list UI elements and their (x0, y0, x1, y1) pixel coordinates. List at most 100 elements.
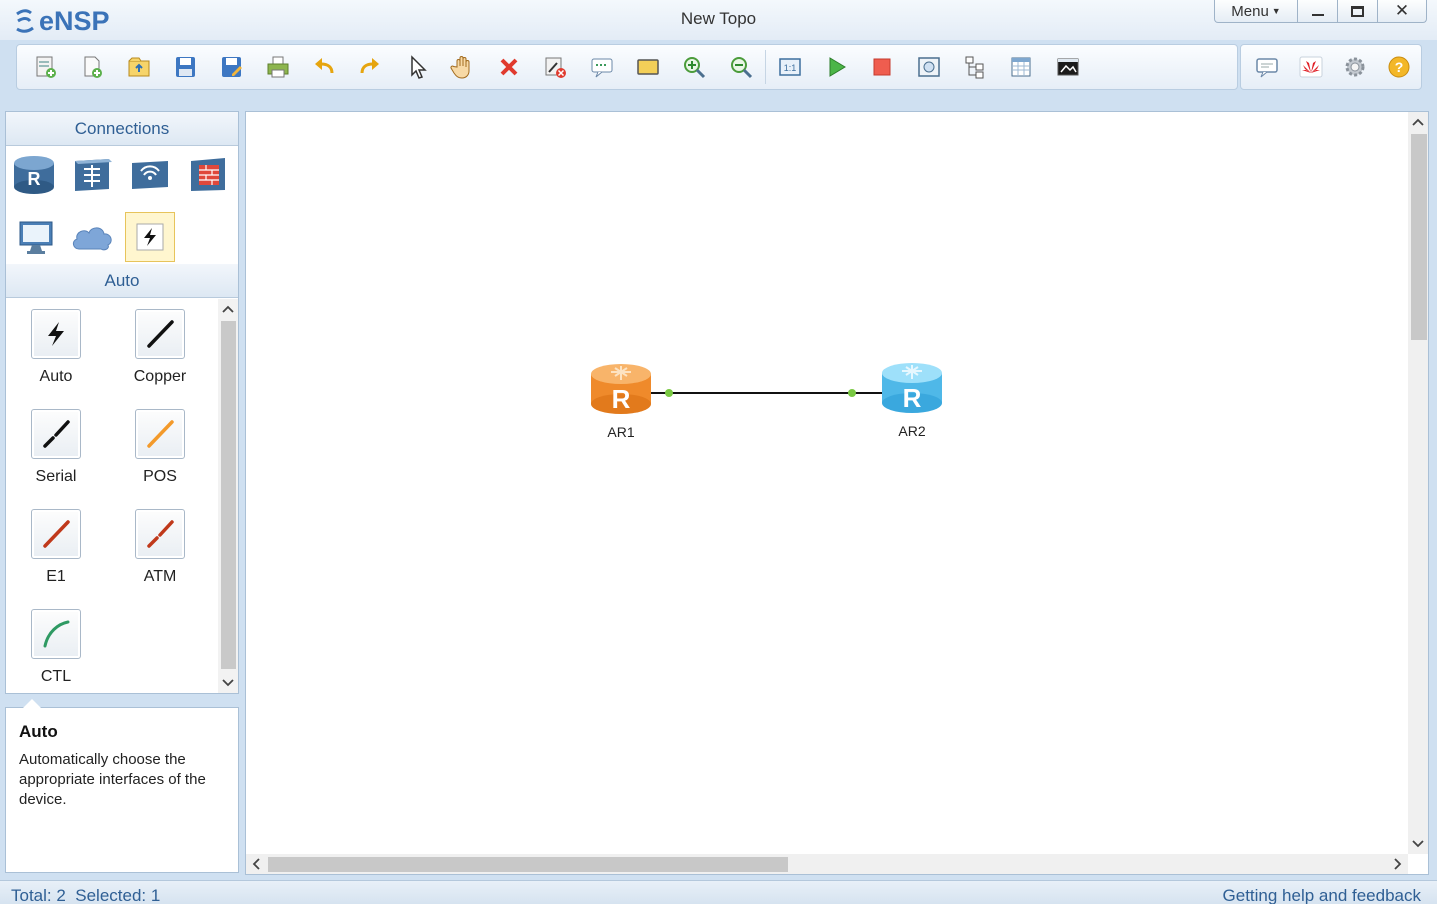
select-button[interactable] (393, 47, 439, 87)
menu-label: Menu (1231, 2, 1269, 20)
fit-button[interactable]: 1:1 (767, 47, 813, 87)
connection-auto[interactable]: Auto (6, 299, 106, 399)
huawei-icon (1299, 56, 1323, 78)
svg-text:1:1: 1:1 (784, 63, 797, 73)
connection-serial[interactable]: Serial (6, 399, 106, 499)
rectangle-button[interactable] (625, 47, 671, 87)
stop-button[interactable] (859, 47, 905, 87)
grid-icon (1011, 57, 1031, 77)
help-button[interactable]: ? (1377, 47, 1421, 87)
category-switch[interactable] (67, 150, 117, 200)
description-pointer (23, 699, 41, 708)
save-as-button[interactable] (208, 47, 254, 87)
topology-canvas[interactable]: R AR1 R AR2 (245, 111, 1429, 875)
delete-button[interactable] (486, 47, 532, 87)
rectangle-icon (637, 59, 659, 75)
cloud-category-icon (72, 227, 112, 251)
huawei-button[interactable] (1289, 47, 1333, 87)
category-cloud[interactable] (68, 212, 118, 262)
delete-link-button[interactable] (532, 47, 578, 87)
description-title: Auto (19, 722, 58, 741)
settings-button[interactable] (1333, 47, 1377, 87)
switch-category-icon (75, 159, 112, 191)
text-note-icon (591, 58, 613, 78)
canvas-vertical-scrollbar[interactable] (1408, 112, 1428, 854)
feedback-button[interactable] (1245, 47, 1289, 87)
new-example-icon (84, 56, 103, 78)
grid-button[interactable] (998, 47, 1044, 87)
connection-copper[interactable]: Copper (110, 299, 210, 399)
chevron-down-icon: ▼ (1271, 6, 1281, 16)
device-category-grid: R (6, 146, 238, 264)
ctl-link-icon (31, 609, 81, 659)
scroll-thumb[interactable] (221, 321, 236, 669)
auto-link-icon (31, 309, 81, 359)
undo-icon (314, 58, 334, 74)
undo-button[interactable] (301, 47, 347, 87)
svg-text:R: R (612, 384, 631, 414)
connection-e1[interactable]: E1 (6, 499, 106, 599)
maximize-button[interactable] (1337, 0, 1378, 23)
zoom-out-button[interactable] (717, 47, 763, 87)
connection-ctl[interactable]: CTL (6, 599, 106, 693)
scroll-thumb[interactable] (1411, 134, 1427, 340)
print-button[interactable] (254, 47, 300, 87)
category-firewall[interactable] (183, 150, 233, 200)
category-router[interactable]: R (9, 150, 59, 200)
help-icon: ? (1388, 56, 1410, 78)
pan-button[interactable] (440, 47, 486, 87)
category-pc[interactable] (11, 212, 61, 262)
cli-button[interactable] (1045, 47, 1091, 87)
scroll-left-arrow[interactable] (246, 854, 266, 874)
node-ar2[interactable]: R AR2 (880, 361, 944, 439)
scroll-up-arrow[interactable] (218, 299, 238, 319)
help-feedback-link[interactable]: Getting help and feedback (1223, 886, 1421, 904)
cli-icon (1057, 58, 1079, 76)
connection-list-scrollbar[interactable] (218, 299, 238, 693)
new-topo-button[interactable] (23, 47, 69, 87)
close-button[interactable]: ✕ (1377, 0, 1427, 23)
title-bar: eNSP New Topo Menu ▼ ✕ (0, 0, 1437, 40)
connection-pos[interactable]: POS (110, 399, 210, 499)
zoom-in-button[interactable] (671, 47, 717, 87)
scroll-up-arrow[interactable] (1408, 112, 1428, 132)
category-connection[interactable] (125, 212, 175, 262)
scroll-thumb[interactable] (268, 857, 788, 872)
scroll-down-arrow[interactable] (1408, 834, 1428, 854)
chevron-right-icon (1394, 858, 1402, 870)
scroll-right-arrow[interactable] (1388, 854, 1408, 874)
zoom-out-icon (730, 57, 752, 79)
copper-link-icon (135, 309, 185, 359)
topology-button[interactable] (952, 47, 998, 87)
save-button[interactable] (162, 47, 208, 87)
category-wlan[interactable] (125, 150, 175, 200)
connection-atm[interactable]: ATM (110, 499, 210, 599)
chevron-up-icon (1412, 118, 1424, 126)
canvas-horizontal-scrollbar[interactable] (246, 854, 1408, 874)
save-icon (176, 57, 196, 77)
close-icon: ✕ (1394, 1, 1410, 20)
link-endpoint-ar2 (848, 389, 856, 397)
svg-text:?: ? (1395, 59, 1404, 75)
scroll-down-arrow[interactable] (218, 673, 238, 693)
topology-icon (965, 56, 984, 79)
toolbar-divider (764, 50, 766, 84)
text-note-button[interactable] (579, 47, 625, 87)
description-panel: Auto Automatically choose the appropriat… (5, 699, 239, 873)
capture-button[interactable] (906, 47, 952, 87)
open-button[interactable] (116, 47, 162, 87)
connection-label: CTL (40, 668, 72, 685)
print-icon (267, 56, 289, 78)
redo-button[interactable] (347, 47, 393, 87)
selection-status: Total: 2 Selected: 1 (11, 886, 161, 904)
node-ar1[interactable]: R AR1 (589, 362, 653, 440)
menu-button[interactable]: Menu ▼ (1214, 0, 1298, 23)
zoom-in-icon (684, 57, 706, 79)
start-button[interactable] (813, 47, 859, 87)
connection-label: POS (143, 468, 177, 485)
auto-subheader: Auto (6, 264, 238, 298)
connection-label: E1 (46, 568, 66, 585)
new-example-button[interactable] (69, 47, 115, 87)
wlan-category-icon (132, 161, 168, 189)
minimize-button[interactable] (1297, 0, 1338, 23)
